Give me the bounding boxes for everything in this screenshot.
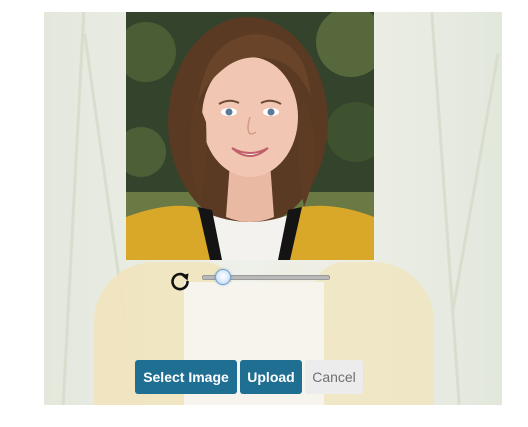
portrait-photo [126, 12, 374, 260]
zoom-slider[interactable] [200, 268, 330, 286]
image-cropper-dialog: Select Image Upload Cancel [0, 0, 528, 427]
crop-area[interactable] [126, 12, 374, 260]
zoom-slider-thumb[interactable] [215, 269, 231, 285]
rotate-button[interactable] [169, 270, 191, 292]
rotate-clockwise-icon [171, 272, 189, 291]
upload-button[interactable]: Upload [240, 360, 302, 394]
cancel-button[interactable]: Cancel [305, 360, 363, 394]
select-image-button[interactable]: Select Image [135, 360, 237, 394]
